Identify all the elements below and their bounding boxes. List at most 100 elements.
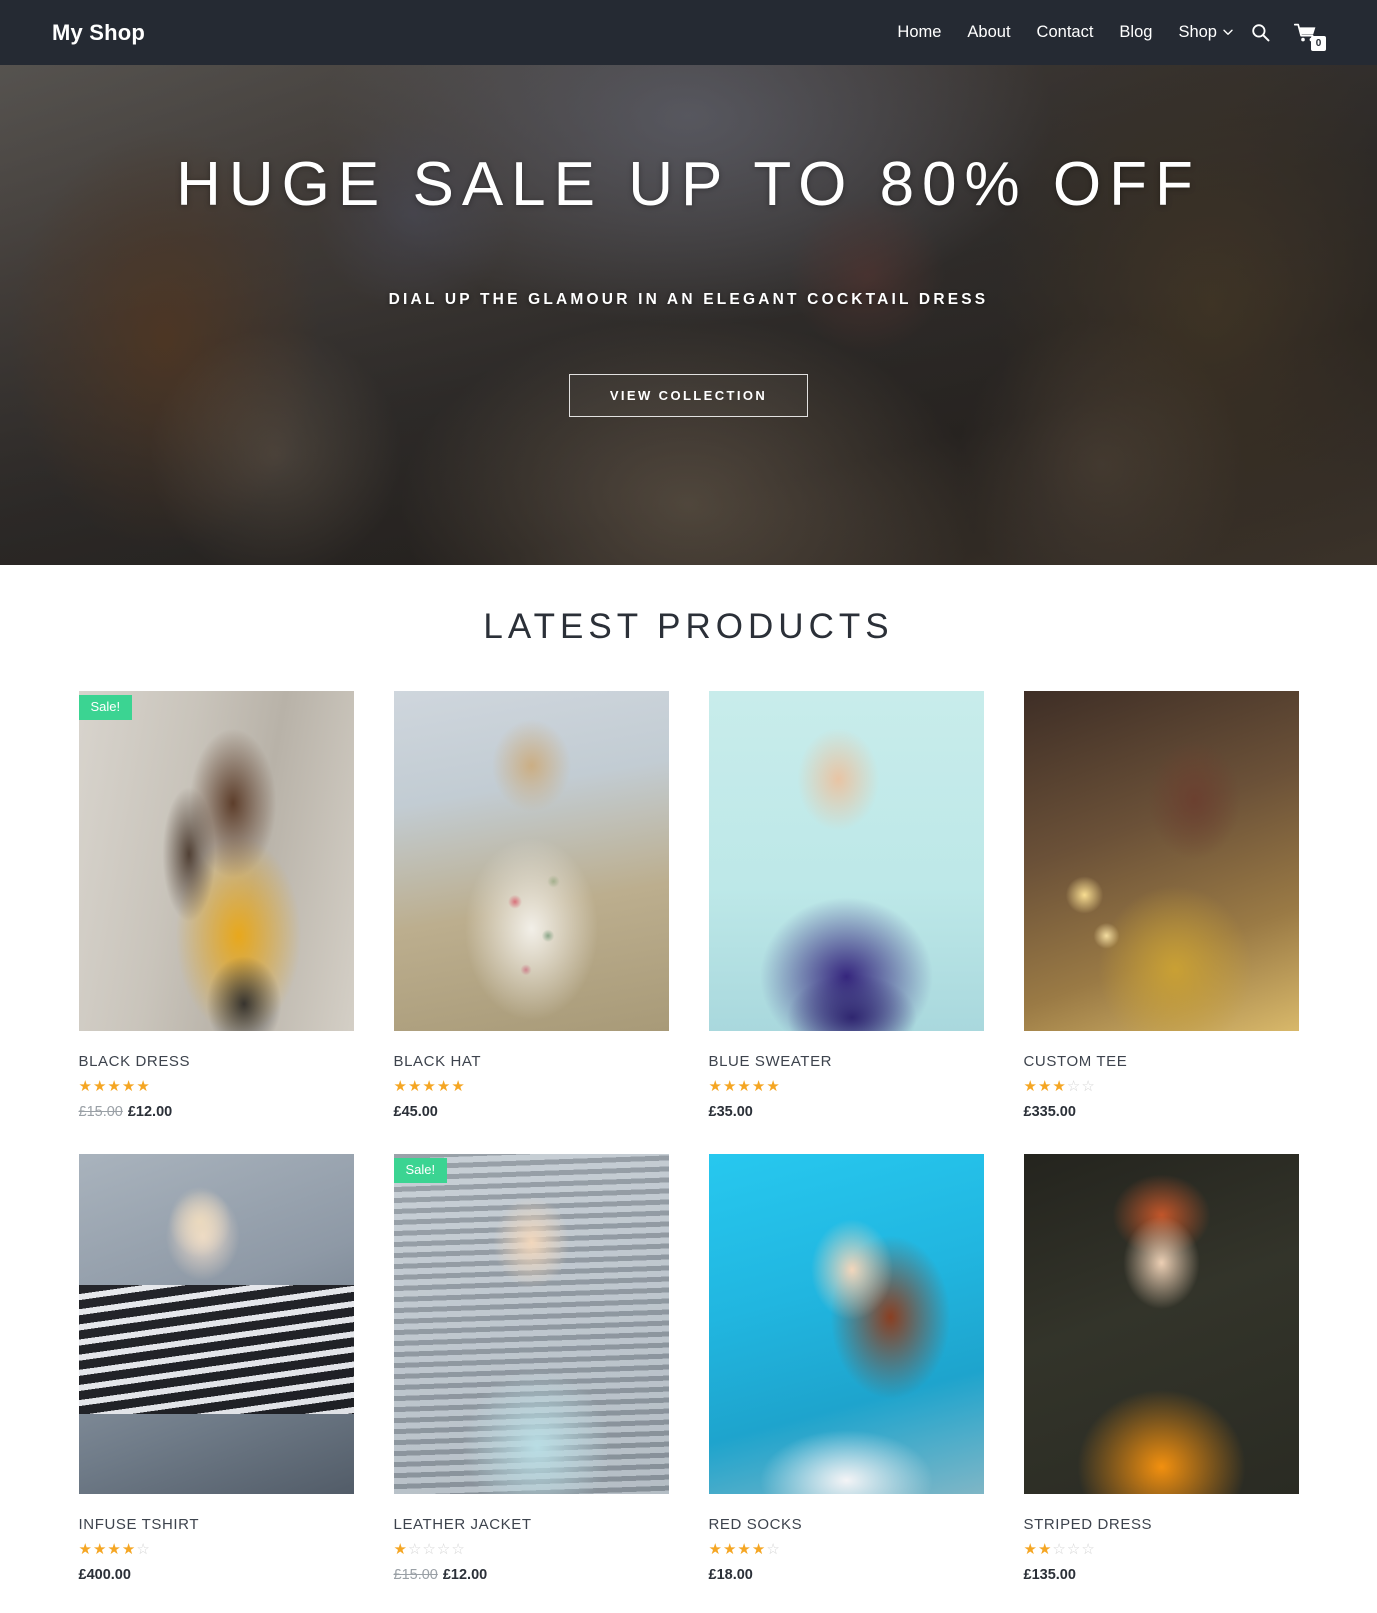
product-image[interactable] (708, 1154, 984, 1494)
nav-item-blog[interactable]: Blog (1106, 0, 1165, 65)
product-rating: ★★☆☆☆ (1024, 1542, 1299, 1557)
nav-item-shop[interactable]: Shop (1165, 0, 1241, 65)
product-price-current: £335.00 (1023, 1104, 1076, 1120)
product-image[interactable]: Sale! (393, 1154, 669, 1494)
star-empty-icon: ☆ (1066, 1541, 1082, 1558)
star-filled-icon: ★ (1037, 1078, 1053, 1095)
product-card[interactable]: CUSTOM TEE ★★★☆☆ £335.00 (1023, 691, 1299, 1120)
star-filled-icon: ★ (436, 1078, 452, 1095)
site-header: My Shop Home About Contact Blog Shop 0 (0, 0, 1377, 65)
star-filled-icon: ★ (107, 1541, 122, 1558)
star-filled-icon: ★ (708, 1541, 723, 1558)
star-empty-icon: ☆ (1066, 1078, 1082, 1095)
hero-subtitle: DIAL UP THE GLAMOUR IN AN ELEGANT COCKTA… (388, 291, 989, 309)
view-collection-button[interactable]: VIEW COLLECTION (568, 374, 809, 418)
product-photo (1023, 1154, 1299, 1494)
star-filled-icon: ★ (451, 1078, 466, 1095)
site-logo[interactable]: My Shop (52, 20, 145, 46)
product-rating: ★★★★★ (79, 1079, 354, 1094)
product-card[interactable]: RED SOCKS ★★★★☆ £18.00 (708, 1154, 984, 1583)
star-filled-icon: ★ (92, 1541, 108, 1558)
product-title[interactable]: BLUE SWEATER (709, 1053, 984, 1070)
product-price-original: £15.00 (78, 1104, 123, 1120)
product-card[interactable]: INFUSE TSHIRT ★★★★☆ £400.00 (78, 1154, 354, 1583)
product-price: £45.00 (394, 1104, 669, 1120)
star-empty-icon: ☆ (136, 1541, 151, 1558)
product-image[interactable] (1023, 1154, 1299, 1494)
star-filled-icon: ★ (1023, 1078, 1038, 1095)
product-title[interactable]: LEATHER JACKET (394, 1516, 669, 1533)
product-price-current: £45.00 (393, 1104, 438, 1120)
product-photo (708, 1154, 984, 1494)
main-navigation: Home About Contact Blog Shop 0 (884, 0, 1326, 65)
product-price: £335.00 (1024, 1104, 1299, 1120)
product-card[interactable]: Sale! LEATHER JACKET ★☆☆☆☆ £15.00 £12.00 (393, 1154, 669, 1583)
product-rating: ★☆☆☆☆ (394, 1542, 669, 1557)
nav-item-home[interactable]: Home (884, 0, 954, 65)
product-photo (1023, 691, 1299, 1031)
product-card[interactable]: STRIPED DRESS ★★☆☆☆ £135.00 (1023, 1154, 1299, 1583)
product-photo (78, 691, 354, 1031)
product-image[interactable] (78, 1154, 354, 1494)
product-title[interactable]: CUSTOM TEE (1024, 1053, 1299, 1070)
product-title[interactable]: BLACK HAT (394, 1053, 669, 1070)
product-image[interactable]: Sale! (78, 691, 354, 1031)
star-filled-icon: ★ (422, 1078, 437, 1095)
product-card[interactable]: BLUE SWEATER ★★★★★ £35.00 (708, 691, 984, 1120)
product-price: £15.00 £12.00 (79, 1104, 354, 1120)
product-price-current: £12.00 (127, 1104, 173, 1120)
product-rating: ★★★★★ (709, 1079, 984, 1094)
product-price-current: £18.00 (708, 1567, 753, 1583)
sale-badge: Sale! (78, 695, 133, 721)
product-price-current: £35.00 (708, 1104, 753, 1120)
cart-icon[interactable]: 0 (1280, 0, 1326, 65)
star-empty-icon: ☆ (436, 1541, 452, 1558)
product-photo (393, 1154, 669, 1494)
product-title[interactable]: STRIPED DRESS (1024, 1516, 1299, 1533)
nav-item-shop-label: Shop (1178, 23, 1217, 41)
star-empty-icon: ☆ (422, 1541, 437, 1558)
star-filled-icon: ★ (107, 1078, 122, 1095)
product-price: £400.00 (79, 1567, 354, 1583)
hero-content: HUGE SALE UP TO 80% OFF DIAL UP THE GLAM… (0, 65, 1377, 418)
star-empty-icon: ☆ (407, 1541, 423, 1558)
hero-title: HUGE SALE UP TO 80% OFF (176, 150, 1201, 219)
product-rating: ★★★☆☆ (1024, 1079, 1299, 1094)
product-card[interactable]: Sale! BLACK DRESS ★★★★★ £15.00 £12.00 (78, 691, 354, 1120)
product-photo (708, 691, 984, 1031)
star-empty-icon: ☆ (766, 1541, 781, 1558)
product-image[interactable] (393, 691, 669, 1031)
product-rating: ★★★★☆ (709, 1542, 984, 1557)
star-filled-icon: ★ (751, 1078, 767, 1095)
star-filled-icon: ★ (121, 1078, 137, 1095)
star-empty-icon: ☆ (1081, 1078, 1096, 1095)
sale-badge: Sale! (393, 1158, 448, 1184)
star-filled-icon: ★ (78, 1541, 93, 1558)
product-price-current: £400.00 (78, 1567, 131, 1583)
star-filled-icon: ★ (708, 1078, 723, 1095)
star-filled-icon: ★ (737, 1541, 752, 1558)
star-filled-icon: ★ (751, 1541, 767, 1558)
star-filled-icon: ★ (393, 1078, 408, 1095)
product-price: £18.00 (709, 1567, 984, 1583)
nav-item-contact[interactable]: Contact (1024, 0, 1107, 65)
product-title[interactable]: RED SOCKS (709, 1516, 984, 1533)
star-filled-icon: ★ (78, 1078, 93, 1095)
product-image[interactable] (708, 691, 984, 1031)
product-image[interactable] (1023, 691, 1299, 1031)
product-title[interactable]: BLACK DRESS (79, 1053, 354, 1070)
star-filled-icon: ★ (766, 1078, 781, 1095)
product-title[interactable]: INFUSE TSHIRT (79, 1516, 354, 1533)
nav-item-about[interactable]: About (954, 0, 1023, 65)
chevron-down-icon (1221, 25, 1235, 39)
star-filled-icon: ★ (136, 1078, 151, 1095)
star-filled-icon: ★ (722, 1541, 738, 1558)
search-icon[interactable] (1241, 0, 1280, 65)
star-filled-icon: ★ (393, 1541, 408, 1558)
product-grid: Sale! BLACK DRESS ★★★★★ £15.00 £12.00 BLACK H… (0, 691, 1377, 1583)
star-empty-icon: ☆ (451, 1541, 466, 1558)
star-filled-icon: ★ (1052, 1078, 1067, 1095)
product-card[interactable]: BLACK HAT ★★★★★ £45.00 (393, 691, 669, 1120)
cart-count-badge: 0 (1311, 36, 1326, 51)
section-title: LATEST PRODUCTS (483, 607, 894, 646)
